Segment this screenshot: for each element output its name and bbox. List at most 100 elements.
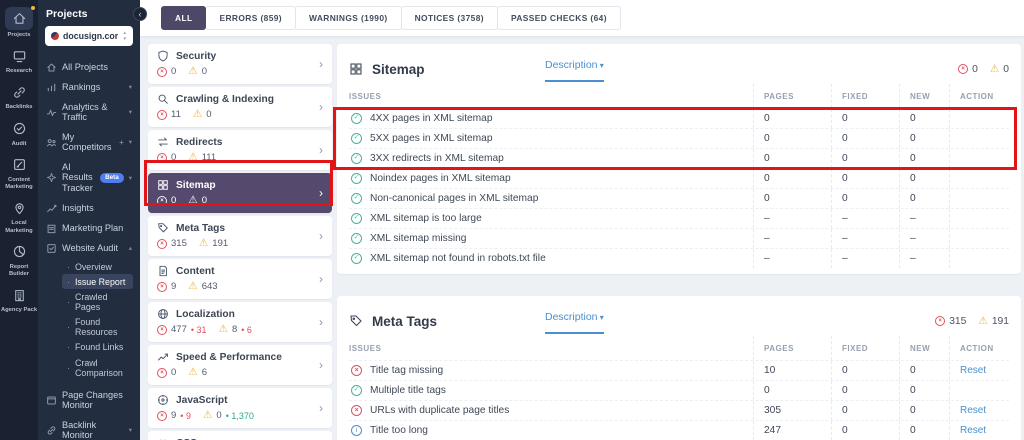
sidebar-item-rankings[interactable]: Rankings ▾ <box>45 77 133 97</box>
sidebar-item-marketing-plan[interactable]: Marketing Plan <box>45 218 133 238</box>
browser-icon <box>46 395 57 406</box>
issue-row[interactable]: XML sitemap not found in robots.txt file… <box>349 248 1009 268</box>
description-toggle[interactable]: Description <box>545 59 604 71</box>
issue-row[interactable]: URLs with duplicate page titles 305 0 0 … <box>349 400 1009 420</box>
description-toggle[interactable]: Description <box>545 311 604 323</box>
category-card-crawling-indexing[interactable]: Crawling & Indexing 11⚠0 › <box>148 87 332 127</box>
sidebar-item-backlink-monitor[interactable]: Backlink Monitor ▾ <box>45 415 133 440</box>
category-name: Content <box>176 266 214 277</box>
rail-item-research[interactable]: Research <box>1 43 38 79</box>
issue-panels: Sitemap Description 0 ⚠ 0 ISSUES PAGES FIX… <box>337 44 1021 440</box>
sidebar-subitem-issue-report[interactable]: Issue Report <box>62 274 133 289</box>
sidebar-item-analytics-traffic[interactable]: Analytics & Traffic ▾ <box>45 97 133 127</box>
subitem-label: Found Resources <box>75 317 128 337</box>
reset-link[interactable]: Reset <box>960 425 986 436</box>
tab-errors[interactable]: ERRORS (859) <box>205 6 296 30</box>
new-cell: 0 <box>899 109 949 128</box>
warnings-icon: ⚠ <box>978 316 987 327</box>
tab-notices[interactable]: NOTICES (3758) <box>401 6 498 30</box>
issue-row[interactable]: XML sitemap missing – – – <box>349 228 1009 248</box>
issue-row[interactable]: Noindex pages in XML sitemap 0 0 0 <box>349 168 1009 188</box>
issue-row[interactable]: Non-canonical pages in XML sitemap 0 0 0 <box>349 188 1009 208</box>
rail-item-local-marketing[interactable]: Local Marketing <box>1 195 38 238</box>
project-selector[interactable]: docusign.com ▲▼ <box>45 26 133 46</box>
category-card-javascript[interactable]: JavaScript 99⚠01,370 › <box>148 388 332 428</box>
chevron-down-icon: ▾ <box>129 138 132 146</box>
sidebar-item-ai-results-tracker[interactable]: AI Results Tracker Beta ▾ <box>45 157 133 198</box>
issue-row[interactable]: 3XX redirects in XML sitemap 0 0 0 <box>349 148 1009 168</box>
sidebar-item-label: Backlink Monitor <box>62 420 124 440</box>
app-rail: Projects Research Backlinks Audit Conten… <box>0 0 38 440</box>
category-card-speed-performance[interactable]: Speed & Performance 0⚠6 › <box>148 345 332 385</box>
panel-title: Sitemap <box>372 62 425 77</box>
rail-item-projects[interactable]: Projects <box>1 4 38 43</box>
rail-item-report-builder[interactable]: Report Builder <box>1 239 38 282</box>
reset-link[interactable]: Reset <box>960 365 986 376</box>
audit-doc-icon <box>46 243 57 254</box>
category-card-security[interactable]: Security 0⚠0 › <box>148 44 332 84</box>
issue-row[interactable]: 4XX pages in XML sitemap 0 0 0 <box>349 108 1009 128</box>
new-cell: 0 <box>899 129 949 148</box>
rail-item-agency-pack[interactable]: Agency Pack <box>1 282 38 318</box>
status-icon <box>351 153 362 164</box>
issue-row[interactable]: Title too long 247 0 0 Reset <box>349 420 1009 440</box>
issue-row[interactable]: 5XX pages in XML sitemap 0 0 0 <box>349 128 1009 148</box>
new-cell: – <box>899 249 949 268</box>
rail-item-backlinks[interactable]: Backlinks <box>1 79 38 115</box>
panel-errors-count: 315 <box>949 316 966 327</box>
fixed-cell: 0 <box>831 421 899 440</box>
table-header: ISSUES PAGES FIXED NEW ACTION <box>349 336 1009 360</box>
issue-name: XML sitemap missing <box>370 233 466 244</box>
sidebar-subitem-found-links[interactable]: Found Links <box>62 340 133 355</box>
status-icon <box>351 233 362 244</box>
issue-name: URLs with duplicate page titles <box>370 405 509 416</box>
sidebar-subitem-crawl-comparison[interactable]: Crawl Comparison <box>62 355 133 380</box>
category-card-content[interactable]: Content 9⚠643 › <box>148 259 332 299</box>
errors-count: 11 <box>171 109 181 120</box>
category-card-sitemap[interactable]: Sitemap 0⚠0 › <box>148 173 332 213</box>
issue-row[interactable]: XML sitemap is too large – – – <box>349 208 1009 228</box>
issue-report-content: Security 0⚠0 › Crawling & Indexing 11⚠0 … <box>140 36 1024 440</box>
col-fixed: FIXED <box>831 84 899 108</box>
issue-name: XML sitemap is too large <box>370 213 482 224</box>
sidebar-collapse-button[interactable]: ‹ <box>133 7 147 21</box>
sidebar-subitem-overview[interactable]: Overview <box>62 259 133 274</box>
add-competitor-button[interactable]: + <box>119 138 124 147</box>
warnings-count: 191 <box>212 238 228 249</box>
category-name: Security <box>176 51 216 62</box>
tab-warnings[interactable]: WARNINGS (1990) <box>295 6 402 30</box>
rail-item-content-marketing[interactable]: Content Marketing <box>1 152 38 195</box>
pages-cell: 0 <box>753 381 831 400</box>
reset-link[interactable]: Reset <box>960 405 986 416</box>
category-card-meta-tags[interactable]: Meta Tags 315⚠191 › <box>148 216 332 256</box>
home-icon <box>46 62 57 73</box>
pages-cell: – <box>753 249 831 268</box>
category-card-css[interactable]: CSS 0⚠0923 › <box>148 431 332 440</box>
chevron-down-icon <box>598 311 604 323</box>
fixed-cell: 0 <box>831 401 899 420</box>
chevron-down-icon: ▾ <box>129 174 132 182</box>
rail-label: Local Marketing <box>1 220 38 234</box>
rail-item-audit[interactable]: Audit <box>1 116 38 152</box>
sidebar-item-website-audit[interactable]: Website Audit ▴ <box>45 238 133 258</box>
pages-cell: 247 <box>753 421 831 440</box>
new-cell: – <box>899 209 949 228</box>
issue-row[interactable]: Title tag missing 10 0 0 Reset <box>349 360 1009 380</box>
rail-label: Backlinks <box>5 104 32 111</box>
pages-cell: 0 <box>753 129 831 148</box>
sidebar-subitem-found-resources[interactable]: Found Resources <box>62 315 133 340</box>
sidebar-item-all-projects[interactable]: All Projects <box>45 57 133 77</box>
sidebar-item-insights[interactable]: Insights <box>45 198 133 218</box>
tab-all[interactable]: ALL <box>161 6 206 30</box>
chevron-down-icon: ▾ <box>129 108 132 116</box>
category-card-redirects[interactable]: Redirects 0⚠111 › <box>148 130 332 170</box>
errors-count: 477 <box>171 324 187 335</box>
sidebar-subitem-crawled-pages[interactable]: Crawled Pages <box>62 289 133 314</box>
tab-passed-checks[interactable]: PASSED CHECKS (64) <box>497 6 621 30</box>
issue-row[interactable]: Multiple title tags 0 0 0 <box>349 380 1009 400</box>
category-card-localization[interactable]: Localization 47731⚠86 › <box>148 302 332 342</box>
status-icon <box>351 253 362 264</box>
sidebar-item-my-competitors[interactable]: My Competitors + ▾ <box>45 127 133 157</box>
chevron-right-icon: › <box>319 315 323 329</box>
sidebar-item-page-changes-monitor[interactable]: Page Changes Monitor <box>45 385 133 415</box>
